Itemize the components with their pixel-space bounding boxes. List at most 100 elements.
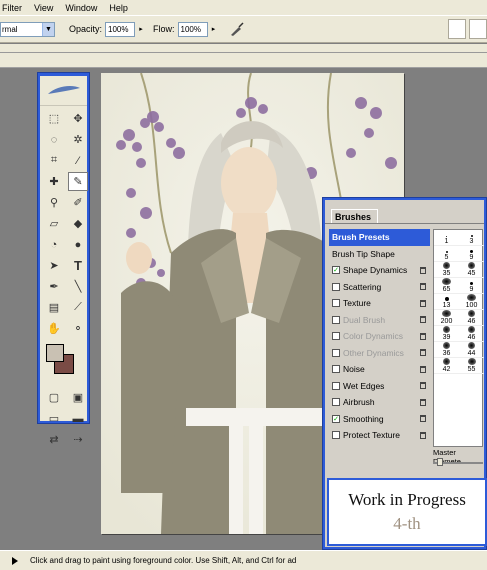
checkbox[interactable] <box>332 431 340 440</box>
standard-mode-icon[interactable]: ▢ <box>44 388 64 407</box>
brush-option-shape-dynamics[interactable]: ✓ Shape Dynamics <box>329 262 430 279</box>
screen-mode-icon[interactable]: ▭ <box>44 409 64 428</box>
slice-tool-icon[interactable]: ⁄ <box>68 151 88 170</box>
lock-icon[interactable] <box>420 398 426 406</box>
blur-tool-icon[interactable]: ◔ <box>44 235 64 254</box>
tab-brushes[interactable]: Brushes <box>331 209 378 223</box>
zoom-tool-icon[interactable]: ⚬ <box>68 319 88 338</box>
history-brush-tool-icon[interactable]: ✐ <box>68 193 88 212</box>
line-tool-icon[interactable]: ╲ <box>68 277 88 296</box>
brush-option-airbrush[interactable]: Airbrush <box>329 394 430 411</box>
jump-to-imageready-icon[interactable]: ⇄ <box>44 430 64 449</box>
edit-in-imageready-icon[interactable]: ⇢ <box>68 430 88 449</box>
brush-preset[interactable]: 36 <box>434 342 459 358</box>
palette-well-icon[interactable] <box>469 19 487 39</box>
lock-icon[interactable] <box>420 266 426 274</box>
magic-wand-tool-icon[interactable]: ✲ <box>68 130 88 149</box>
brush-preset[interactable]: 200 <box>434 310 459 326</box>
brush-option-brush-presets[interactable]: Brush Presets <box>329 229 430 246</box>
brush-option-noise[interactable]: Noise <box>329 361 430 378</box>
brush-option-dual-brush[interactable]: Dual Brush <box>329 312 430 329</box>
lock-icon[interactable] <box>420 283 426 291</box>
brush-preset[interactable]: 45 <box>459 262 484 278</box>
brush-preset[interactable]: 5 <box>434 246 459 262</box>
menu-window[interactable]: Window <box>65 3 97 13</box>
brush-option-protect-texture[interactable]: Protect Texture <box>329 427 430 444</box>
full-screen-mode-icon[interactable]: ▬ <box>68 409 88 428</box>
marquee-tool-icon[interactable]: ⬚ <box>44 109 64 128</box>
opacity-slider-toggle-icon[interactable]: ▸ <box>135 22 147 37</box>
lock-icon[interactable] <box>420 316 426 324</box>
path-selection-tool-icon[interactable]: ➤ <box>44 256 64 275</box>
lock-icon[interactable] <box>420 332 426 340</box>
lock-icon[interactable] <box>420 349 426 357</box>
menu-help[interactable]: Help <box>109 3 128 13</box>
brush-preset[interactable]: 55 <box>459 358 484 374</box>
brush-preset[interactable]: 9 <box>459 246 484 262</box>
checkbox[interactable] <box>332 332 340 341</box>
eyedropper-tool-icon[interactable]: ⟋ <box>68 298 88 317</box>
notes-tool-icon[interactable]: ▤ <box>44 298 64 317</box>
brush-option-smoothing[interactable]: ✓ Smoothing <box>329 411 430 428</box>
brush-preset[interactable]: 46 <box>459 310 484 326</box>
brush-tool-icon[interactable]: ✎ <box>68 172 88 191</box>
feather-logo-icon[interactable] <box>40 76 87 106</box>
file-browser-icon[interactable] <box>448 19 466 39</box>
hand-tool-icon[interactable]: ✋ <box>44 319 64 338</box>
brush-preset[interactable]: 65 <box>434 278 459 294</box>
foreground-color-swatch[interactable] <box>46 344 64 362</box>
lasso-tool-icon[interactable]: ◌ <box>44 130 64 149</box>
menu-view[interactable]: View <box>34 3 53 13</box>
type-tool-icon[interactable]: T <box>68 256 88 275</box>
airbrush-toggle-icon[interactable] <box>228 20 246 38</box>
chevron-down-icon[interactable]: ▼ <box>42 22 54 36</box>
dodge-tool-icon[interactable]: ● <box>68 235 88 254</box>
crop-tool-icon[interactable]: ⌗ <box>44 151 64 170</box>
brush-presets-grid[interactable]: 1 3 5 9 35 45 65 9 13 100 200 46 39 46 36 44 42 55 <box>433 229 484 447</box>
clone-stamp-tool-icon[interactable]: ⚲ <box>44 193 64 212</box>
mode-select[interactable]: rmal ▼ <box>0 21 55 37</box>
status-arrow-icon[interactable] <box>12 557 18 565</box>
paint-bucket-tool-icon[interactable]: ◆ <box>68 214 88 233</box>
brush-option-wet-edges[interactable]: Wet Edges <box>329 378 430 395</box>
menu-filter[interactable]: Filter <box>2 3 22 13</box>
eraser-tool-icon[interactable]: ▱ <box>44 214 64 233</box>
lock-icon[interactable] <box>420 299 426 307</box>
flow-slider-toggle-icon[interactable]: ▸ <box>208 22 220 37</box>
brush-preset[interactable]: 1 <box>434 230 459 246</box>
brush-option-color-dynamics[interactable]: Color Dynamics <box>329 328 430 345</box>
flow-input[interactable]: 100% <box>177 21 208 37</box>
brush-preset[interactable]: 35 <box>434 262 459 278</box>
brush-option-scattering[interactable]: Scattering <box>329 279 430 296</box>
opacity-input[interactable]: 100% <box>105 21 136 37</box>
checkbox[interactable] <box>332 365 340 374</box>
brush-option-brush-tip-shape[interactable]: Brush Tip Shape <box>329 246 430 263</box>
checkbox[interactable]: ✓ <box>332 266 340 275</box>
brush-preset[interactable]: 39 <box>434 326 459 342</box>
checkbox[interactable] <box>332 348 340 357</box>
checkbox[interactable]: ✓ <box>332 414 340 423</box>
brush-option-texture[interactable]: Texture <box>329 295 430 312</box>
checkbox[interactable] <box>332 299 340 308</box>
brush-preset[interactable]: 3 <box>459 230 484 246</box>
lock-icon[interactable] <box>420 382 426 390</box>
brush-preset[interactable]: 42 <box>434 358 459 374</box>
brush-preset[interactable]: 100 <box>459 294 484 310</box>
brush-preset[interactable]: 13 <box>434 294 459 310</box>
lock-icon[interactable] <box>420 365 426 373</box>
brush-option-other-dynamics[interactable]: Other Dynamics <box>329 345 430 362</box>
brush-preset[interactable]: 44 <box>459 342 484 358</box>
brush-preset[interactable]: 9 <box>459 278 484 294</box>
checkbox[interactable] <box>332 315 340 324</box>
slider-thumb[interactable] <box>437 458 443 466</box>
checkbox[interactable] <box>332 282 340 291</box>
lock-icon[interactable] <box>420 415 426 423</box>
move-tool-icon[interactable]: ✥ <box>68 109 88 128</box>
healing-brush-tool-icon[interactable]: ✚ <box>44 172 64 191</box>
pen-tool-icon[interactable]: ✒ <box>44 277 64 296</box>
checkbox[interactable] <box>332 398 340 407</box>
brush-preset[interactable]: 46 <box>459 326 484 342</box>
quick-mask-mode-icon[interactable]: ▣ <box>68 388 88 407</box>
master-diameter-slider[interactable] <box>433 458 483 466</box>
checkbox[interactable] <box>332 381 340 390</box>
